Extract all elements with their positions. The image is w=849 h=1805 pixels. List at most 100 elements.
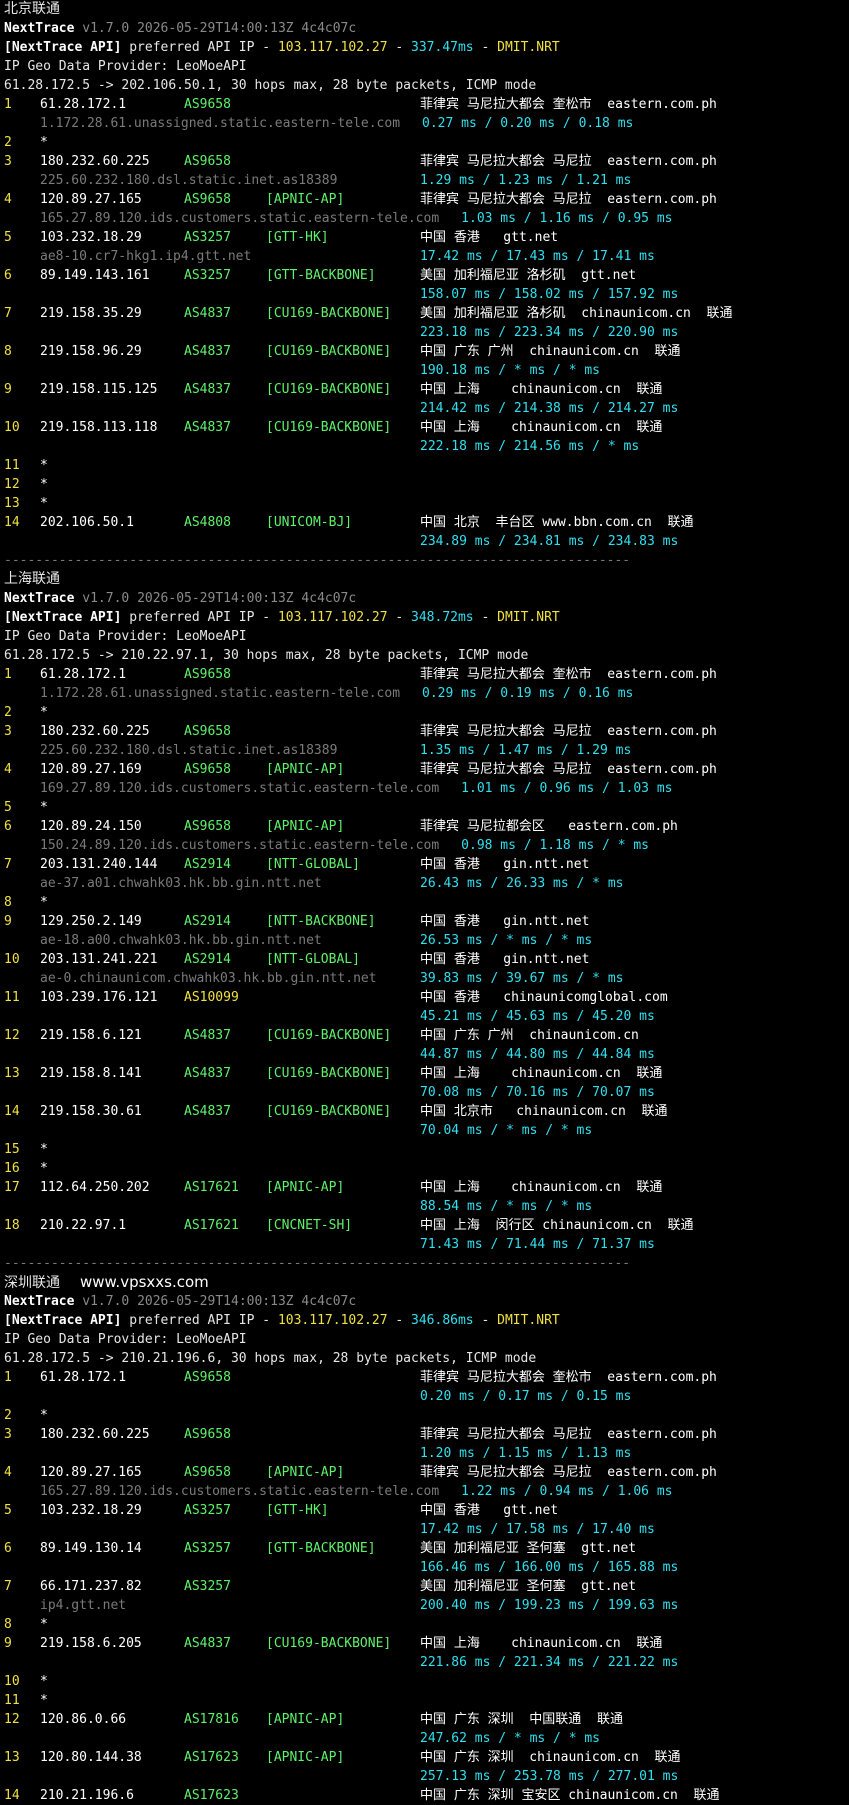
hop-geo: 中国 北京 丰台区 www.bbn.com.cn 联通 [420, 515, 694, 530]
hop-rdns: 150.24.89.120.ids.customers.static.easte… [40, 838, 440, 853]
hop-number: 4 [4, 1465, 12, 1480]
hop-number: 8 [4, 344, 12, 359]
hop-number: 7 [4, 1579, 12, 1594]
hop-whois-tag: [CU169-BACKBONE] [266, 306, 392, 321]
hop-row: 11 * [4, 456, 845, 475]
hop-detail-wrap: 1.172.28.61.unassigned.static.eastern-te… [40, 684, 633, 703]
hop-row: 7 203.131.240.144 AS2914 [NTT-GLOBAL] 中国 香港 … [4, 855, 845, 874]
hop-row: 1 61.28.172.1 AS9658 菲律宾 马尼拉大都会 奎松市 eastern… [4, 95, 845, 114]
hop-rdns: 165.27.89.120.ids.customers.static.easte… [40, 211, 440, 226]
hop-row: 17 112.64.250.202 AS17621 [APNIC-AP] 中国 上海 c… [4, 1178, 845, 1197]
hop-asn: AS3257 [184, 1503, 231, 1518]
hop-rtt: 221.86 ms / 221.34 ms / 221.22 ms [420, 1655, 679, 1670]
hop-number: 12 [4, 1712, 20, 1727]
hop-rtt: 1.22 ms / 0.94 ms / 1.06 ms [461, 1484, 673, 1499]
api-text: preferred API IP - [121, 40, 278, 55]
hop-timeout: * [40, 1161, 48, 1176]
hop-row: 2 * [4, 133, 845, 152]
hop-number: 5 [4, 1503, 12, 1518]
hop-ip: 202.106.50.1 [40, 515, 134, 530]
hop-geo: 中国 广东 广州 chinaunicom.cn [420, 1028, 639, 1043]
hop-asn: AS3257 [184, 1541, 231, 1556]
hop-detail-row: 190.18 ms / * ms / * ms [4, 361, 845, 380]
hop-ip: 219.158.96.29 [40, 344, 142, 359]
hop-number: 2 [4, 705, 12, 720]
hop-rdns: 169.27.89.120.ids.customers.static.easte… [40, 781, 440, 796]
hop-ip: 89.149.130.14 [40, 1541, 142, 1556]
hop-asn: AS3257 [184, 268, 231, 283]
hop-geo: 菲律宾 马尼拉大都会 奎松市 eastern.com.ph [420, 97, 717, 112]
hop-whois-tag: [NTT-GLOBAL] [266, 952, 360, 967]
hop-timeout: * [40, 477, 48, 492]
hop-timeout: * [40, 895, 48, 910]
hop-whois-tag: [CNCNET-SH] [266, 1218, 353, 1233]
hop-rtt: 190.18 ms / * ms / * ms [420, 363, 601, 378]
hop-ip: 203.131.241.221 [40, 952, 158, 967]
hop-asn: AS17816 [184, 1712, 239, 1727]
section-title: 上海联通 [4, 570, 845, 589]
hop-rdns: 225.60.232.180.dsl.static.inet.as18389 [40, 173, 338, 188]
hop-detail-row: 222.18 ms / 214.56 ms / * ms [4, 437, 845, 456]
trace-summary: 61.28.172.5 -> 210.22.97.1, 30 hops max,… [4, 648, 529, 663]
hop-detail-row: 70.08 ms / 70.16 ms / 70.07 ms [4, 1083, 845, 1102]
hop-whois-tag: [GTT-HK] [266, 230, 329, 245]
hop-whois-tag: [CU169-BACKBONE] [266, 344, 392, 359]
separator-line: ----------------------------------------… [4, 1256, 631, 1271]
hop-detail-row: 234.89 ms / 234.81 ms / 234.83 ms [4, 532, 845, 551]
hop-whois-tag: [APNIC-AP] [266, 1750, 345, 1765]
api-line: [NextTrace API] preferred API IP - 103.1… [4, 1311, 845, 1330]
hop-rdns: ae-0.chinaunicom.chwahk03.hk.bb.gin.ntt.… [40, 971, 377, 986]
hop-number: 8 [4, 1617, 12, 1632]
hop-rtt: 234.89 ms / 234.81 ms / 234.83 ms [420, 534, 679, 549]
hop-row: 6 120.89.24.150 AS9658 [APNIC-AP] 菲律宾 马尼拉都会区… [4, 817, 845, 836]
hop-rtt: 214.42 ms / 214.38 ms / 214.27 ms [420, 401, 679, 416]
hop-ip: 129.250.2.149 [40, 914, 142, 929]
hop-row: 10 203.131.241.221 AS2914 [NTT-GLOBAL] 中国 香港… [4, 950, 845, 969]
hop-detail-row: 223.18 ms / 223.34 ms / 220.90 ms [4, 323, 845, 342]
tool-name: NextTrace [4, 591, 75, 606]
api-text: preferred API IP - [121, 1313, 278, 1328]
api-latency: 348.72ms [411, 610, 474, 625]
hop-number: 7 [4, 306, 12, 321]
api-node: DMIT.NRT [497, 610, 560, 625]
hop-row: 4 120.89.27.165 AS9658 [APNIC-AP] 菲律宾 马尼拉大都会… [4, 1463, 845, 1482]
hop-number: 17 [4, 1180, 20, 1195]
hop-ip: 219.158.115.125 [40, 382, 158, 397]
hop-detail-row: 257.13 ms / 253.78 ms / 277.01 ms [4, 1767, 845, 1786]
hop-detail-row: 225.60.232.180.dsl.static.inet.as18389 1.… [4, 741, 845, 760]
hop-timeout: * [40, 1693, 48, 1708]
hop-timeout: * [40, 1142, 48, 1157]
hop-number: 9 [4, 1636, 12, 1651]
hop-rtt: 88.54 ms / * ms / * ms [420, 1199, 593, 1214]
hop-detail-row: 165.27.89.120.ids.customers.static.easte… [4, 209, 845, 228]
hop-number: 1 [4, 667, 12, 682]
hop-asn: AS4808 [184, 515, 231, 530]
hop-timeout: * [40, 1674, 48, 1689]
api-text: preferred API IP - [121, 610, 278, 625]
section-title-text: 深圳联通 [4, 1275, 60, 1291]
hop-rtt: 0.20 ms / 0.17 ms / 0.15 ms [420, 1389, 632, 1404]
hop-ip: 89.149.143.161 [40, 268, 150, 283]
hop-geo: 菲律宾 马尼拉大都会 马尼拉 eastern.com.ph [420, 724, 717, 739]
hop-asn: AS9658 [184, 1427, 231, 1442]
hop-asn: AS9658 [184, 762, 231, 777]
hop-ip: 103.232.18.29 [40, 230, 142, 245]
hop-number: 6 [4, 1541, 12, 1556]
hop-row: 13 * [4, 494, 845, 513]
hop-whois-tag: [APNIC-AP] [266, 762, 345, 777]
hop-row: 15 * [4, 1140, 845, 1159]
hop-geo: 菲律宾 马尼拉大都会 马尼拉 eastern.com.ph [420, 192, 717, 207]
hop-asn: AS2914 [184, 914, 231, 929]
hop-asn: AS4837 [184, 1066, 231, 1081]
section-separator: ----------------------------------------… [4, 1254, 845, 1273]
hop-rtt: 17.42 ms / 17.43 ms / 17.41 ms [420, 249, 655, 264]
hop-timeout: * [40, 458, 48, 473]
hop-number: 3 [4, 154, 12, 169]
api-line: [NextTrace API] preferred API IP - 103.1… [4, 38, 845, 57]
hop-asn: AS4837 [184, 306, 231, 321]
hop-detail-row: 88.54 ms / * ms / * ms [4, 1197, 845, 1216]
hop-ip: 210.21.196.6 [40, 1788, 134, 1803]
hop-whois-tag: [UNICOM-BJ] [266, 515, 353, 530]
hop-ip: 210.22.97.1 [40, 1218, 127, 1233]
hop-whois-tag: [APNIC-AP] [266, 1180, 345, 1195]
